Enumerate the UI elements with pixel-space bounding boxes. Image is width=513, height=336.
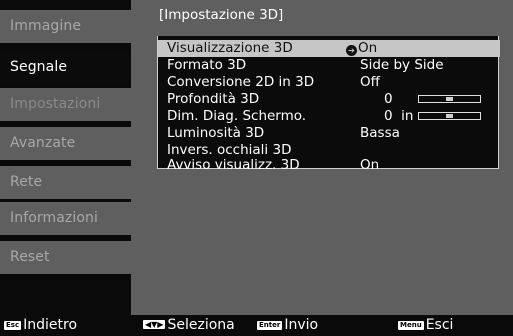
projector-osd: Immagine Segnale Impostazioni Avanzate R… bbox=[0, 0, 513, 336]
setting-label: Conversione 2D in 3D bbox=[167, 74, 315, 90]
sidebar-item-label: Reset bbox=[10, 249, 50, 265]
help-enter-label: Invio bbox=[284, 317, 319, 333]
sidebar-item-label: Avanzate bbox=[10, 135, 76, 151]
depth-slider[interactable] bbox=[418, 95, 481, 103]
setting-row-avviso-visualizz-3d[interactable]: Avviso visualizz. 3D On bbox=[158, 157, 500, 173]
setting-row-formato-3d[interactable]: Formato 3D Side by Side bbox=[158, 57, 500, 74]
setting-label: Avviso visualizz. 3D bbox=[167, 157, 300, 173]
screen-size-slider[interactable] bbox=[418, 112, 481, 120]
setting-row-dim-diag-schermo[interactable]: Dim. Diag. Schermo. 0 in bbox=[158, 108, 500, 125]
setting-row-profondita-3d[interactable]: Profondità 3D 0 bbox=[158, 91, 500, 108]
setting-value: Bassa bbox=[360, 125, 400, 141]
setting-row-conversione-2d-3d[interactable]: Conversione 2D in 3D Off bbox=[158, 74, 500, 91]
setting-value: Off bbox=[360, 74, 380, 90]
setting-value: 0 in bbox=[384, 108, 414, 124]
setting-label: Formato 3D bbox=[167, 57, 247, 73]
setting-label: Luminosità 3D bbox=[167, 125, 265, 141]
help-enter: Enter Invio bbox=[257, 315, 318, 336]
setting-value: On bbox=[358, 40, 378, 56]
help-back: Esc Indietro bbox=[4, 315, 77, 336]
main-content: [Impostazione 3D] Visualizzazione 3D ➔ On… bbox=[131, 0, 513, 315]
setting-row-luminosita-3d[interactable]: Luminosità 3D Bassa bbox=[158, 125, 500, 142]
help-back-label: Indietro bbox=[23, 317, 78, 333]
setting-label: Visualizzazione 3D bbox=[167, 40, 293, 56]
sidebar-item-impostazioni[interactable]: Impostazioni bbox=[0, 88, 131, 121]
sidebar-item-segnale[interactable]: Segnale bbox=[0, 51, 131, 84]
settings-list: Visualizzazione 3D ➔ On Formato 3D Side b… bbox=[157, 36, 500, 173]
sidebar-item-immagine[interactable]: Immagine bbox=[0, 10, 131, 43]
sidebar-item-avanzate[interactable]: Avanzate bbox=[0, 127, 131, 160]
arrow-keys-icon: ◀▼▶ bbox=[143, 320, 166, 329]
sidebar-item-rete[interactable]: Rete bbox=[0, 166, 131, 199]
help-bar: Esc Indietro ◀▼▶ Seleziona Enter Invio Menu… bbox=[0, 315, 513, 336]
sidebar-item-label: Immagine bbox=[10, 18, 82, 34]
sidebar-item-reset[interactable]: Reset bbox=[0, 241, 131, 274]
setting-value-wrap: ➔ On bbox=[346, 40, 377, 57]
slider-knob[interactable] bbox=[446, 114, 453, 118]
osd-panel: Immagine Segnale Impostazioni Avanzate R… bbox=[0, 0, 513, 315]
help-select-label: Seleziona bbox=[167, 317, 235, 333]
menu-key-icon: Menu bbox=[398, 321, 424, 330]
esc-key-icon: Esc bbox=[4, 321, 22, 330]
setting-label: Dim. Diag. Schermo. bbox=[167, 108, 307, 124]
help-select: ◀▼▶ Seleziona bbox=[143, 315, 235, 336]
sidebar-item-label: Segnale bbox=[10, 59, 68, 75]
sidebar-item-label: Informazioni bbox=[10, 210, 98, 226]
help-exit: Menu Esci bbox=[398, 315, 453, 336]
setting-value: 0 bbox=[384, 91, 393, 107]
slider-knob[interactable] bbox=[446, 97, 453, 101]
page-title: [Impostazione 3D] bbox=[159, 7, 284, 23]
setting-row-visualizzazione-3d[interactable]: Visualizzazione 3D ➔ On bbox=[158, 40, 500, 57]
sidebar-item-label: Impostazioni bbox=[10, 96, 101, 112]
setting-label: Profondità 3D bbox=[167, 91, 260, 107]
setting-value: On bbox=[360, 157, 380, 173]
enter-key-icon: Enter bbox=[257, 321, 283, 330]
sidebar-item-label: Rete bbox=[10, 174, 43, 190]
help-exit-label: Esci bbox=[425, 317, 454, 333]
setting-value: Side by Side bbox=[360, 57, 444, 73]
sidebar-item-informazioni[interactable]: Informazioni bbox=[0, 202, 131, 235]
enter-arrow-icon: ➔ bbox=[346, 45, 357, 56]
